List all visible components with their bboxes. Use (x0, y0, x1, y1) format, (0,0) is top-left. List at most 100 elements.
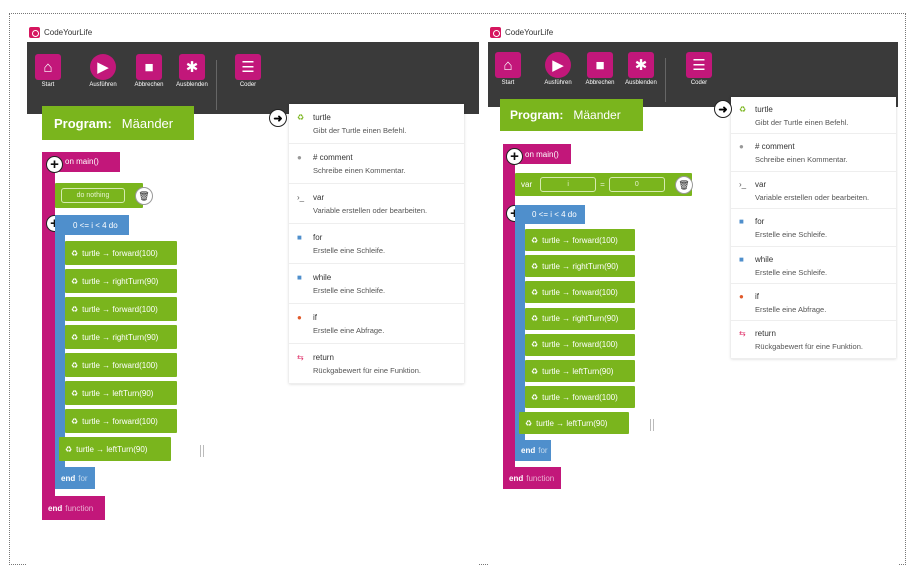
library-item-name: # comment (313, 153, 353, 162)
turtle-statement[interactable]: ♻ turtle → leftTurn(90) (59, 437, 171, 461)
recycle-icon: ♻ (65, 444, 73, 454)
home-icon: ⌂ (35, 54, 61, 80)
var-block[interactable]: var i = 0 (515, 173, 692, 196)
recycle-icon: ♻ (71, 388, 79, 398)
library-item-for[interactable]: ■ for Erstelle eine Schleife. (731, 209, 896, 247)
cancel-button[interactable]: ■ Abbrechen (583, 52, 617, 86)
do-nothing-placeholder: do nothing (61, 188, 125, 203)
library-item-turtle[interactable]: ♻ turtle Gibt der Turtle einen Befehl. (289, 104, 464, 144)
hide-button[interactable]: ✱ Ausblenden (623, 52, 659, 86)
library-item-for[interactable]: ■ for Erstelle eine Schleife. (289, 224, 464, 264)
statement-text: turtle → forward(100) (82, 360, 158, 370)
library-item-comment[interactable]: ● # comment Schreibe einen Kommentar. (289, 144, 464, 184)
for-loop-header[interactable]: 0 <= i < 4 do (55, 215, 129, 235)
drag-handle[interactable] (200, 445, 204, 457)
insert-arrow-icon[interactable]: ➜ (714, 100, 732, 118)
comment-icon: ● (297, 153, 302, 162)
for-loop-header[interactable]: 0 <= i < 4 do (515, 205, 585, 224)
program-name: Mäander (121, 115, 174, 131)
statement-text: turtle → forward(100) (82, 416, 158, 426)
turtle-statement[interactable]: ♻ turtle → forward(100) (525, 333, 635, 356)
turtle-statement[interactable]: ♻ turtle → rightTurn(90) (525, 307, 635, 330)
trash-icon[interactable]: 🗑 (675, 176, 693, 194)
library-item-if[interactable]: ● if Erstelle eine Abfrage. (731, 284, 896, 322)
library-item-desc: Variable erstellen oder bearbeiten. (313, 206, 428, 215)
library-item-while[interactable]: ■ while Erstelle eine Schleife. (731, 247, 896, 284)
turtle-statement[interactable]: ♻ turtle → forward(100) (65, 409, 177, 433)
code-button[interactable]: ☰ Coder (233, 54, 263, 88)
statement-text: turtle → leftTurn(90) (536, 418, 608, 428)
turtle-statement[interactable]: ♻ turtle → forward(100) (65, 297, 177, 321)
recycle-icon: ♻ (531, 392, 539, 402)
recycle-icon: ♻ (71, 248, 79, 258)
library-item-return[interactable]: ⇆ return Rückgabewert für eine Funktion. (289, 344, 464, 384)
if-icon: ● (739, 292, 744, 301)
for-loop-body (515, 224, 525, 440)
var-name-field[interactable]: i (540, 177, 597, 192)
add-statement-button[interactable]: + (46, 156, 63, 173)
turtle-statement[interactable]: ♻ turtle → forward(100) (525, 386, 635, 409)
library-item-var[interactable]: ›_ var Variable erstellen oder bearbeiten. (731, 172, 896, 210)
turtle-statement[interactable]: ♻ turtle → forward(100) (525, 229, 635, 251)
if-icon: ● (297, 313, 302, 322)
stop-icon: ■ (587, 52, 613, 78)
library-item-desc: Variable erstellen oder bearbeiten. (755, 192, 870, 202)
library-item-var[interactable]: ›_ var Variable erstellen oder bearbeiten. (289, 184, 464, 224)
var-icon: ›_ (297, 193, 305, 202)
do-nothing-block[interactable]: do nothing (55, 183, 143, 208)
run-button[interactable]: ▶ Ausführen (541, 52, 575, 86)
hide-button[interactable]: ✱ Ausblenden (174, 54, 210, 88)
toolbar-divider (665, 58, 666, 102)
function-block[interactable] (503, 144, 515, 488)
start-button[interactable]: ⌂ Start (34, 54, 62, 88)
insert-arrow-icon[interactable]: ➜ (269, 109, 287, 127)
block-library: ♻ turtle Gibt der Turtle einen Befehl. ● # c… (289, 104, 464, 384)
function-label: on main() (525, 150, 559, 159)
trash-icon[interactable]: 🗑 (135, 187, 153, 205)
comment-icon: ● (739, 142, 744, 152)
return-icon: ⇆ (297, 353, 304, 362)
start-button[interactable]: ⌂ Start (495, 52, 521, 86)
play-icon: ▶ (545, 52, 571, 78)
cancel-button[interactable]: ■ Abbrechen (132, 54, 166, 88)
recycle-icon: ♻ (531, 261, 539, 271)
turtle-statement[interactable]: ♻ turtle → rightTurn(90) (65, 269, 177, 293)
program-title[interactable]: Program: Mäander (42, 106, 194, 140)
recycle-icon: ♻ (71, 276, 79, 286)
function-block[interactable] (42, 152, 55, 520)
list-icon: ☰ (686, 52, 712, 78)
library-item-while[interactable]: ■ while Erstelle eine Schleife. (289, 264, 464, 304)
library-item-name: for (755, 217, 765, 227)
turtle-statement[interactable]: ♻ turtle → leftTurn(90) (65, 381, 177, 405)
app-logo (29, 26, 40, 38)
stop-icon: ■ (136, 54, 162, 80)
library-item-turtle[interactable]: ♻ turtle Gibt der Turtle einen Befehl. (731, 97, 896, 135)
statement-text: turtle → leftTurn(90) (82, 388, 154, 398)
turtle-statement[interactable]: ♻ turtle → rightTurn(90) (65, 325, 177, 349)
turtle-statement[interactable]: ♻ turtle → rightTurn(90) (525, 255, 635, 278)
library-item-comment[interactable]: ● # comment Schreibe einen Kommentar. (731, 134, 896, 172)
var-icon: ›_ (739, 179, 747, 189)
turtle-statement[interactable]: ♻ turtle → forward(100) (65, 353, 177, 377)
var-keyword: var (521, 180, 533, 189)
run-button[interactable]: ▶ Ausführen (86, 54, 120, 88)
turtle-icon: ✱ (628, 52, 654, 78)
library-item-desc: Erstelle eine Abfrage. (313, 326, 385, 335)
turtle-statement[interactable]: ♻ turtle → leftTurn(90) (525, 360, 635, 382)
turtle-statement[interactable]: ♻ turtle → forward(100) (525, 281, 635, 304)
code-button[interactable]: ☰ Coder (684, 52, 714, 86)
library-item-return[interactable]: ⇆ return Rückgabewert für eine Funktion. (731, 321, 896, 359)
turtle-statement[interactable]: ♻ turtle → forward(100) (65, 241, 177, 265)
program-label: Program: (510, 108, 564, 122)
add-statement-button[interactable]: + (506, 148, 523, 165)
turtle-statement[interactable]: ♻ turtle → leftTurn(90) (519, 412, 629, 435)
program-title[interactable]: Program: Mäander (500, 99, 643, 131)
library-item-desc: Rückgabewert für eine Funktion. (313, 366, 421, 375)
recycle-icon: ♻ (531, 287, 539, 297)
drag-handle[interactable] (650, 419, 654, 431)
block-library: ♻ turtle Gibt der Turtle einen Befehl. ● # c… (731, 97, 896, 359)
var-value-field[interactable]: 0 (608, 177, 665, 192)
while-icon: ■ (297, 273, 302, 282)
library-item-desc: Erstelle eine Schleife. (313, 286, 386, 295)
library-item-if[interactable]: ● if Erstelle eine Abfrage. (289, 304, 464, 344)
